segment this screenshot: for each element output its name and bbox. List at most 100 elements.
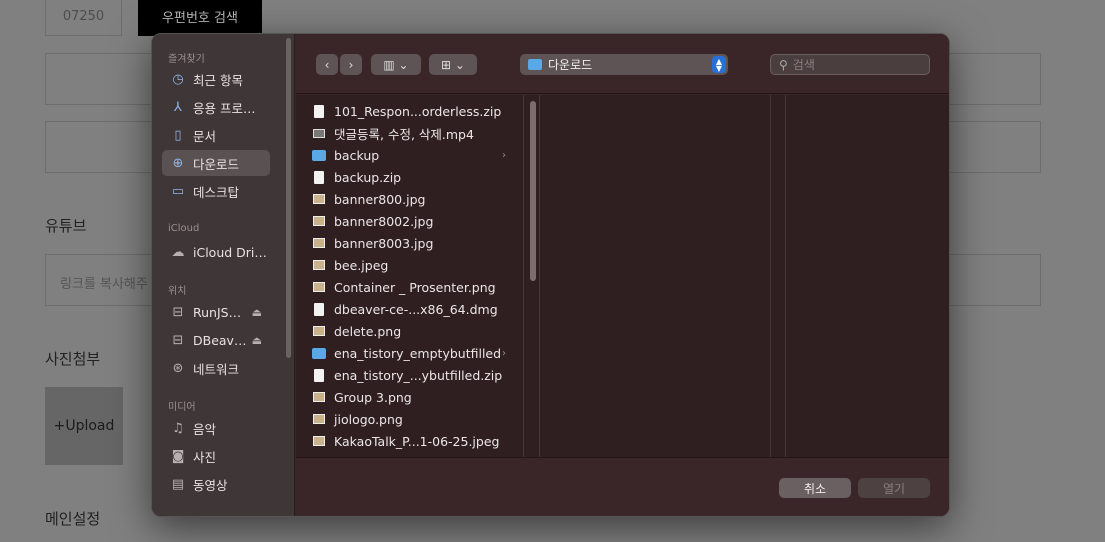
folder-row[interactable]: backup › — [296, 144, 526, 166]
file-name: banner8003.jpg — [334, 235, 434, 251]
group-button[interactable]: ⊞ ⌄ — [429, 54, 477, 75]
download-icon: ⊕ — [172, 155, 184, 171]
file-browser: 101_Respon...orderless.zip 댓글등록, 수정, 삭제.m… — [296, 95, 949, 457]
sidebar-item-dbeaver[interactable]: ⊟ DBeav… ⏏ — [162, 327, 270, 353]
chevron-right-icon: › — [502, 149, 506, 161]
file-name: KakaoTalk_P...1-06-25.jpeg — [334, 433, 500, 449]
image-file-icon — [312, 280, 326, 294]
drive-icon: ⊟ — [172, 332, 184, 348]
sidebar-item-movies[interactable]: ▤ 동영상 — [162, 471, 270, 497]
file-row[interactable]: bee.jpeg — [296, 254, 526, 276]
sidebar-item-applications[interactable]: ⅄ 응용 프로… — [162, 94, 270, 120]
file-name: ena_tistory_emptybutfilled — [334, 345, 502, 361]
film-icon: ▤ — [171, 476, 185, 492]
eject-icon[interactable]: ⏏ — [252, 334, 262, 347]
drive-icon: ⊟ — [172, 304, 184, 320]
image-file-icon — [312, 412, 326, 426]
chevron-down-icon: ⌄ — [454, 57, 465, 72]
file-row[interactable]: 댓글등록, 수정, 삭제.mp4 — [296, 122, 526, 144]
network-icon: ⊛ — [172, 360, 184, 376]
youtube-label: 유튜브 — [45, 217, 87, 235]
file-name: ena_tistory_...ybutfilled.zip — [334, 367, 503, 383]
cloud-icon: ☁ — [171, 244, 185, 260]
music-icon: ♫ — [172, 420, 184, 436]
main-setting-label: 메인설정 — [45, 510, 101, 528]
image-file-icon — [312, 434, 326, 448]
upload-button: +Upload — [45, 387, 123, 465]
file-icon — [312, 170, 326, 184]
file-row[interactable]: KakaoTalk_P...1-06-25.jpeg — [296, 430, 526, 452]
sidebar-item-recents[interactable]: ◷ 최근 항목 — [162, 66, 270, 92]
sidebar-item-desktop[interactable]: ▭ 데스크탑 — [162, 178, 270, 204]
file-name: dbeaver-ce-...x86_64.dmg — [334, 301, 498, 317]
sidebar-item-icloud-drive[interactable]: ☁ iCloud Dri… — [162, 239, 270, 265]
sidebar-scrollbar[interactable] — [286, 38, 291, 358]
dialog-footer: 취소 열기 — [296, 457, 949, 516]
location-popup[interactable]: 다운로드 ▲ ▼ — [520, 54, 728, 75]
view-mode-button[interactable]: ▥ ⌄ — [371, 54, 421, 75]
file-name: bee.jpeg — [334, 257, 389, 273]
sidebar-item-photos[interactable]: ◙ 사진 — [162, 443, 270, 469]
search-input[interactable]: ⚲ 검색 — [770, 54, 930, 75]
columns-view-icon: ▥ — [383, 57, 395, 72]
sidebar-item-documents[interactable]: ▯ 문서 — [162, 122, 270, 148]
file-name: backup — [334, 147, 380, 163]
file-row[interactable]: 101_Respon...orderless.zip — [296, 100, 526, 122]
column-divider — [770, 95, 771, 457]
file-name: 댓글등록, 수정, 삭제.mp4 — [334, 126, 474, 142]
dialog-toolbar: ‹ › ▥ ⌄ ⊞ ⌄ 다운로드 ▲ ▼ ⚲ 검색 — [296, 34, 949, 94]
image-file-icon — [312, 214, 326, 228]
back-button[interactable]: ‹ — [316, 54, 338, 75]
up-down-icon: ▲ ▼ — [712, 56, 726, 73]
file-icon — [312, 368, 326, 382]
chevron-left-icon: ‹ — [324, 57, 330, 72]
sidebar-item-runjs[interactable]: ⊟ RunJS… ⏏ — [162, 299, 270, 325]
image-file-icon — [312, 258, 326, 272]
favorites-section-label: 즐겨찾기 — [168, 54, 205, 65]
file-row[interactable]: banner800.jpg — [296, 188, 526, 210]
file-row[interactable]: backup.zip — [296, 166, 526, 188]
file-name: Group 3.png — [334, 389, 412, 405]
file-row[interactable]: Group 3.png — [296, 386, 526, 408]
sidebar-item-downloads[interactable]: ⊕ 다운로드 — [162, 150, 270, 176]
document-icon: ▯ — [174, 127, 182, 143]
chevron-down-icon: ⌄ — [398, 57, 409, 72]
folder-icon — [312, 148, 326, 162]
file-row[interactable]: banner8003.jpg — [296, 232, 526, 254]
file-row[interactable]: delete.png — [296, 320, 526, 342]
folder-icon — [528, 59, 542, 70]
file-name: banner8002.jpg — [334, 213, 434, 229]
image-file-icon — [312, 192, 326, 206]
eject-icon[interactable]: ⏏ — [252, 306, 262, 319]
open-file-dialog: 즐겨찾기 ◷ 최근 항목 ⅄ 응용 프로… ▯ 문서 ⊕ 다운로드 ▭ 데스크탑 iClo… — [151, 33, 950, 517]
file-list-column: 101_Respon...orderless.zip 댓글등록, 수정, 삭제.m… — [296, 95, 540, 457]
dialog-main: ‹ › ▥ ⌄ ⊞ ⌄ 다운로드 ▲ ▼ ⚲ 검색 101_Respon...o… — [296, 34, 949, 516]
file-row[interactable]: banner8002.jpg — [296, 210, 526, 232]
file-row[interactable]: jiologo.png — [296, 408, 526, 430]
image-file-icon — [312, 390, 326, 404]
zipcode-search-button: 우편번호 검색 — [138, 0, 262, 36]
file-name: delete.png — [334, 323, 402, 339]
chevron-right-icon: › — [348, 57, 354, 72]
sidebar-item-network[interactable]: ⊛ 네트워크 — [162, 355, 270, 381]
file-name: 101_Respon...orderless.zip — [334, 103, 502, 119]
file-row[interactable]: dbeaver-ce-...x86_64.dmg — [296, 298, 526, 320]
open-button[interactable]: 열기 — [858, 478, 930, 498]
image-file-icon — [312, 236, 326, 250]
icloud-section-label: iCloud — [168, 223, 200, 234]
file-list-scrollbar[interactable] — [530, 101, 536, 281]
column-divider — [785, 95, 786, 457]
chevron-right-icon: › — [502, 347, 506, 359]
sidebar-item-music[interactable]: ♫ 음악 — [162, 415, 270, 441]
forward-button[interactable]: › — [340, 54, 362, 75]
cancel-button[interactable]: 취소 — [779, 478, 851, 498]
file-row[interactable]: ena_tistory_...ybutfilled.zip — [296, 364, 526, 386]
file-row[interactable]: Container _ Prosenter.png — [296, 276, 526, 298]
folder-icon — [312, 346, 326, 360]
search-icon: ⚲ — [779, 57, 788, 72]
dialog-sidebar: 즐겨찾기 ◷ 최근 항목 ⅄ 응용 프로… ▯ 문서 ⊕ 다운로드 ▭ 데스크탑 iClo… — [152, 34, 295, 516]
file-icon — [312, 302, 326, 316]
media-section-label: 미디어 — [168, 402, 196, 413]
folder-row[interactable]: ena_tistory_emptybutfilled › — [296, 342, 526, 364]
file-name: Container _ Prosenter.png — [334, 279, 496, 295]
